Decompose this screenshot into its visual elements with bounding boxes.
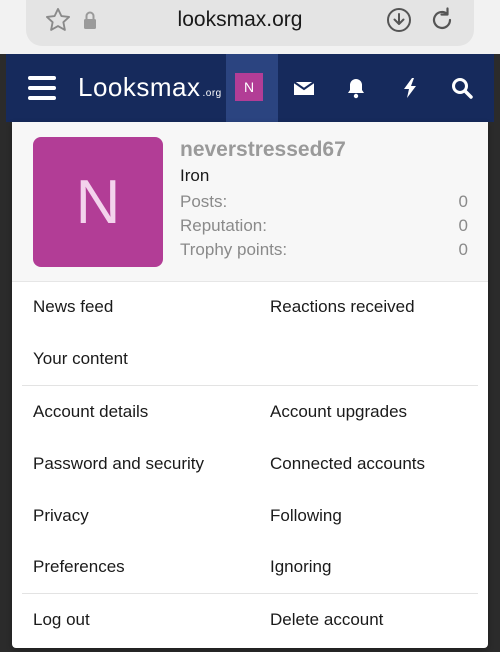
stat-posts: Posts: 0 (180, 192, 468, 212)
bolt-icon[interactable] (398, 76, 422, 100)
url-text[interactable]: looksmax.org (140, 8, 340, 32)
reload-icon[interactable] (428, 5, 456, 33)
username[interactable]: neverstressed67 (180, 138, 346, 162)
logo-suffix-text: .org (202, 88, 222, 99)
menu-news-feed[interactable]: News feed (33, 297, 113, 317)
stat-label: Trophy points: (180, 240, 288, 259)
stat-label: Posts: (180, 192, 228, 211)
menu-reactions-received[interactable]: Reactions received (270, 297, 415, 317)
menu-account-upgrades[interactable]: Account upgrades (270, 402, 407, 422)
profile-summary: N neverstressed67 Iron Posts: 0 Reputati… (12, 122, 488, 282)
menu-icon[interactable] (28, 76, 56, 100)
bell-icon[interactable] (344, 76, 368, 100)
stat-value: 0 (458, 216, 468, 235)
divider (22, 593, 478, 594)
menu-ignoring[interactable]: Ignoring (270, 557, 331, 577)
user-title: Iron (180, 166, 210, 185)
menu-password-security[interactable]: Password and security (33, 454, 204, 474)
menu-connected-accounts[interactable]: Connected accounts (270, 454, 425, 474)
stat-reputation: Reputation: 0 (180, 216, 468, 236)
profile-avatar[interactable]: N (33, 137, 163, 267)
stat-label: Reputation: (180, 216, 267, 235)
download-icon[interactable] (386, 7, 412, 33)
stat-value: 0 (458, 240, 468, 259)
menu-account-details[interactable]: Account details (33, 402, 148, 422)
lock-icon (84, 11, 96, 29)
browser-toolbar: looksmax.org (0, 0, 500, 54)
account-dropdown: N neverstressed67 Iron Posts: 0 Reputati… (12, 122, 488, 648)
mail-icon[interactable] (292, 76, 316, 100)
site-logo[interactable]: Looksmax .org (78, 72, 222, 103)
logo-main-text: Looksmax (78, 72, 201, 102)
search-icon[interactable] (450, 76, 474, 100)
site-navbar: Looksmax .org N (6, 54, 494, 122)
menu-following[interactable]: Following (270, 506, 342, 526)
menu-log-out[interactable]: Log out (33, 610, 90, 630)
menu-delete-account[interactable]: Delete account (270, 610, 383, 630)
bookmark-star-icon[interactable] (44, 6, 72, 34)
menu-your-content[interactable]: Your content (33, 349, 128, 369)
nav-avatar[interactable]: N (235, 73, 263, 101)
menu-privacy[interactable]: Privacy (33, 506, 89, 526)
menu-preferences[interactable]: Preferences (33, 557, 125, 577)
divider (22, 385, 478, 386)
stat-value: 0 (458, 192, 468, 211)
stat-trophy-points: Trophy points: 0 (180, 240, 468, 260)
